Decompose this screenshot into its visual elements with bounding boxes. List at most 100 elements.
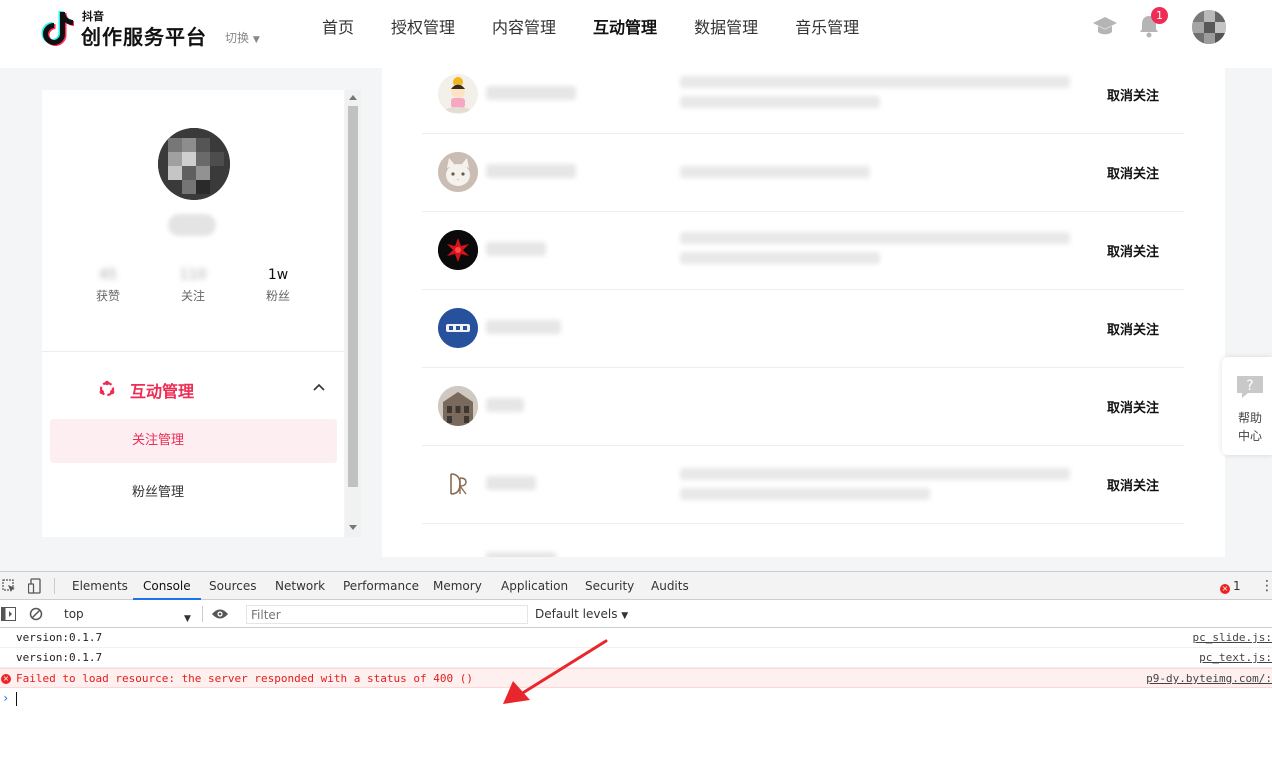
log-message: version:0.1.7 [16,651,103,664]
unfollow-button[interactable]: 取消关注 [1107,85,1159,104]
log-levels-dropdown[interactable]: Default levels ▼ [535,605,628,626]
console-prompt[interactable]: › [0,689,1272,709]
scroll-thumb[interactable] [348,106,358,487]
row-avatar[interactable] [438,542,478,557]
stat-likes-value: 45 [99,267,117,283]
stat-following-label: 关注 [180,289,205,303]
row-name-blurred [486,476,536,490]
devtools-panel: Elements Console Sources Network Perform… [0,571,1272,777]
log-source-link[interactable]: pc_slide.js: [1193,628,1272,648]
help-center-button[interactable]: ? 帮助 中心 [1222,357,1272,455]
user-avatar[interactable] [1192,10,1226,44]
profile-avatar[interactable] [158,128,230,200]
sidebar-item-follow-management[interactable]: 关注管理 [50,419,337,463]
tab-application[interactable]: Application [501,572,568,600]
scroll-up-icon[interactable] [349,95,357,100]
row-name-blurred [486,398,524,412]
nav-item-music[interactable]: 音乐管理 [795,16,859,40]
tab-audits[interactable]: Audits [651,572,689,600]
pixelated-profile-icon [158,128,230,200]
nav-item-home[interactable]: 首页 [322,16,354,40]
clear-console-icon[interactable] [29,607,43,621]
inspect-element-icon[interactable] [2,579,16,593]
pixelated-avatar-icon [1192,10,1226,44]
switch-account-button[interactable]: 切换 ▼ [225,29,260,46]
help-line-2: 中心 [1237,429,1262,443]
row-desc-blurred [680,76,1070,88]
console-filter-input[interactable] [246,605,528,624]
sidebar-item-fans-management[interactable]: 粉丝管理 [50,471,337,515]
error-counter[interactable]: × 1 [1220,572,1241,600]
tab-memory[interactable]: Memory [433,572,482,600]
eye-icon[interactable] [211,608,229,620]
stat-following: 110 关注 [163,266,223,304]
toolbar-separator [202,606,203,622]
row-avatar[interactable] [438,152,478,192]
text-cursor [16,692,17,706]
menu-group-interaction[interactable]: 互动管理 [98,378,328,401]
log-message: version:0.1.7 [16,631,103,644]
building-icon [438,386,478,426]
page: 抖音 创作服务平台 切换 ▼ 首页 授权管理 内容管理 互动管理 数据管理 音乐… [0,0,1272,777]
error-message: Failed to load resource: the server resp… [16,672,473,685]
context-selector[interactable]: top ▼ [56,605,196,624]
prompt-caret-icon: › [2,691,10,705]
stat-likes-label: 获赞 [95,289,120,303]
follow-row: 取消关注 [422,68,1184,134]
tab-console[interactable]: Console [133,572,201,600]
row-name-blurred [486,320,561,334]
unfollow-button[interactable]: 取消关注 [1107,475,1159,494]
tab-sources[interactable]: Sources [209,572,256,600]
unfollow-button[interactable]: 取消关注 [1107,397,1159,416]
unfollow-button[interactable]: 取消关注 [1107,241,1159,260]
stat-likes: 45 获赞 [78,266,138,304]
nav-item-content[interactable]: 内容管理 [492,16,556,40]
question-bubble-icon: ? [1237,376,1263,398]
device-toolbar-icon[interactable] [28,578,42,594]
row-avatar[interactable] [438,464,478,504]
profile-card: 45 获赞 110 关注 1w 粉丝 互动管理 关注管理 粉丝管理 [42,90,344,537]
context-value: top [64,607,84,621]
nav-item-authorization[interactable]: 授权管理 [391,16,455,40]
row-avatar[interactable] [438,230,478,270]
chevron-up-icon[interactable] [312,380,326,394]
nav-item-data[interactable]: 数据管理 [694,16,758,40]
sidebar-scrollbar[interactable] [345,90,361,537]
switch-label: 切换 [225,31,250,45]
devtools-tabbar: Elements Console Sources Network Perform… [0,572,1272,600]
error-count: 1 [1233,579,1241,593]
tab-separator [54,578,55,594]
stat-fans-value: 1w [267,267,289,283]
row-desc-blurred [680,96,880,108]
unfollow-button[interactable]: 取消关注 [1107,319,1159,338]
graduation-cap-icon[interactable] [1092,14,1118,38]
scroll-down-icon[interactable] [349,525,357,530]
row-avatar[interactable] [438,74,478,114]
douyin-note-icon [41,11,74,46]
menu-group-label: 互动管理 [130,382,195,401]
cartoon-girl-icon [446,77,470,113]
show-sidebar-icon[interactable] [1,607,16,621]
tab-security[interactable]: Security [585,572,634,600]
unfollow-button[interactable]: 取消关注 [1107,163,1159,182]
dr-logo-icon [438,464,478,504]
row-desc-blurred [680,252,880,264]
tab-elements[interactable]: Elements [72,572,128,600]
top-header: 抖音 创作服务平台 切换 ▼ 首页 授权管理 内容管理 互动管理 数据管理 音乐… [0,0,1272,68]
stat-fans-label: 粉丝 [265,289,290,303]
more-options-icon[interactable]: ⋮ [1260,578,1272,594]
plant-avatar-icon [438,542,478,557]
tab-network[interactable]: Network [275,572,325,600]
blue-badge-icon [438,308,478,348]
log-levels-label: Default levels [535,607,618,621]
stat-following-value: 110 [179,267,207,283]
row-avatar[interactable] [438,308,478,348]
nav-item-interaction[interactable]: 互动管理 [593,16,657,40]
douyin-logo[interactable]: 抖音 创作服务平台 [40,8,220,49]
error-source-link[interactable]: p9-dy.byteimg.com/: [1146,669,1272,689]
console-error-entry: × Failed to load resource: the server re… [0,668,1272,688]
tab-performance[interactable]: Performance [343,572,419,600]
row-avatar[interactable] [438,386,478,426]
log-source-link[interactable]: pc_text.js: [1199,648,1272,668]
follow-row: 取消关注 [422,212,1184,290]
